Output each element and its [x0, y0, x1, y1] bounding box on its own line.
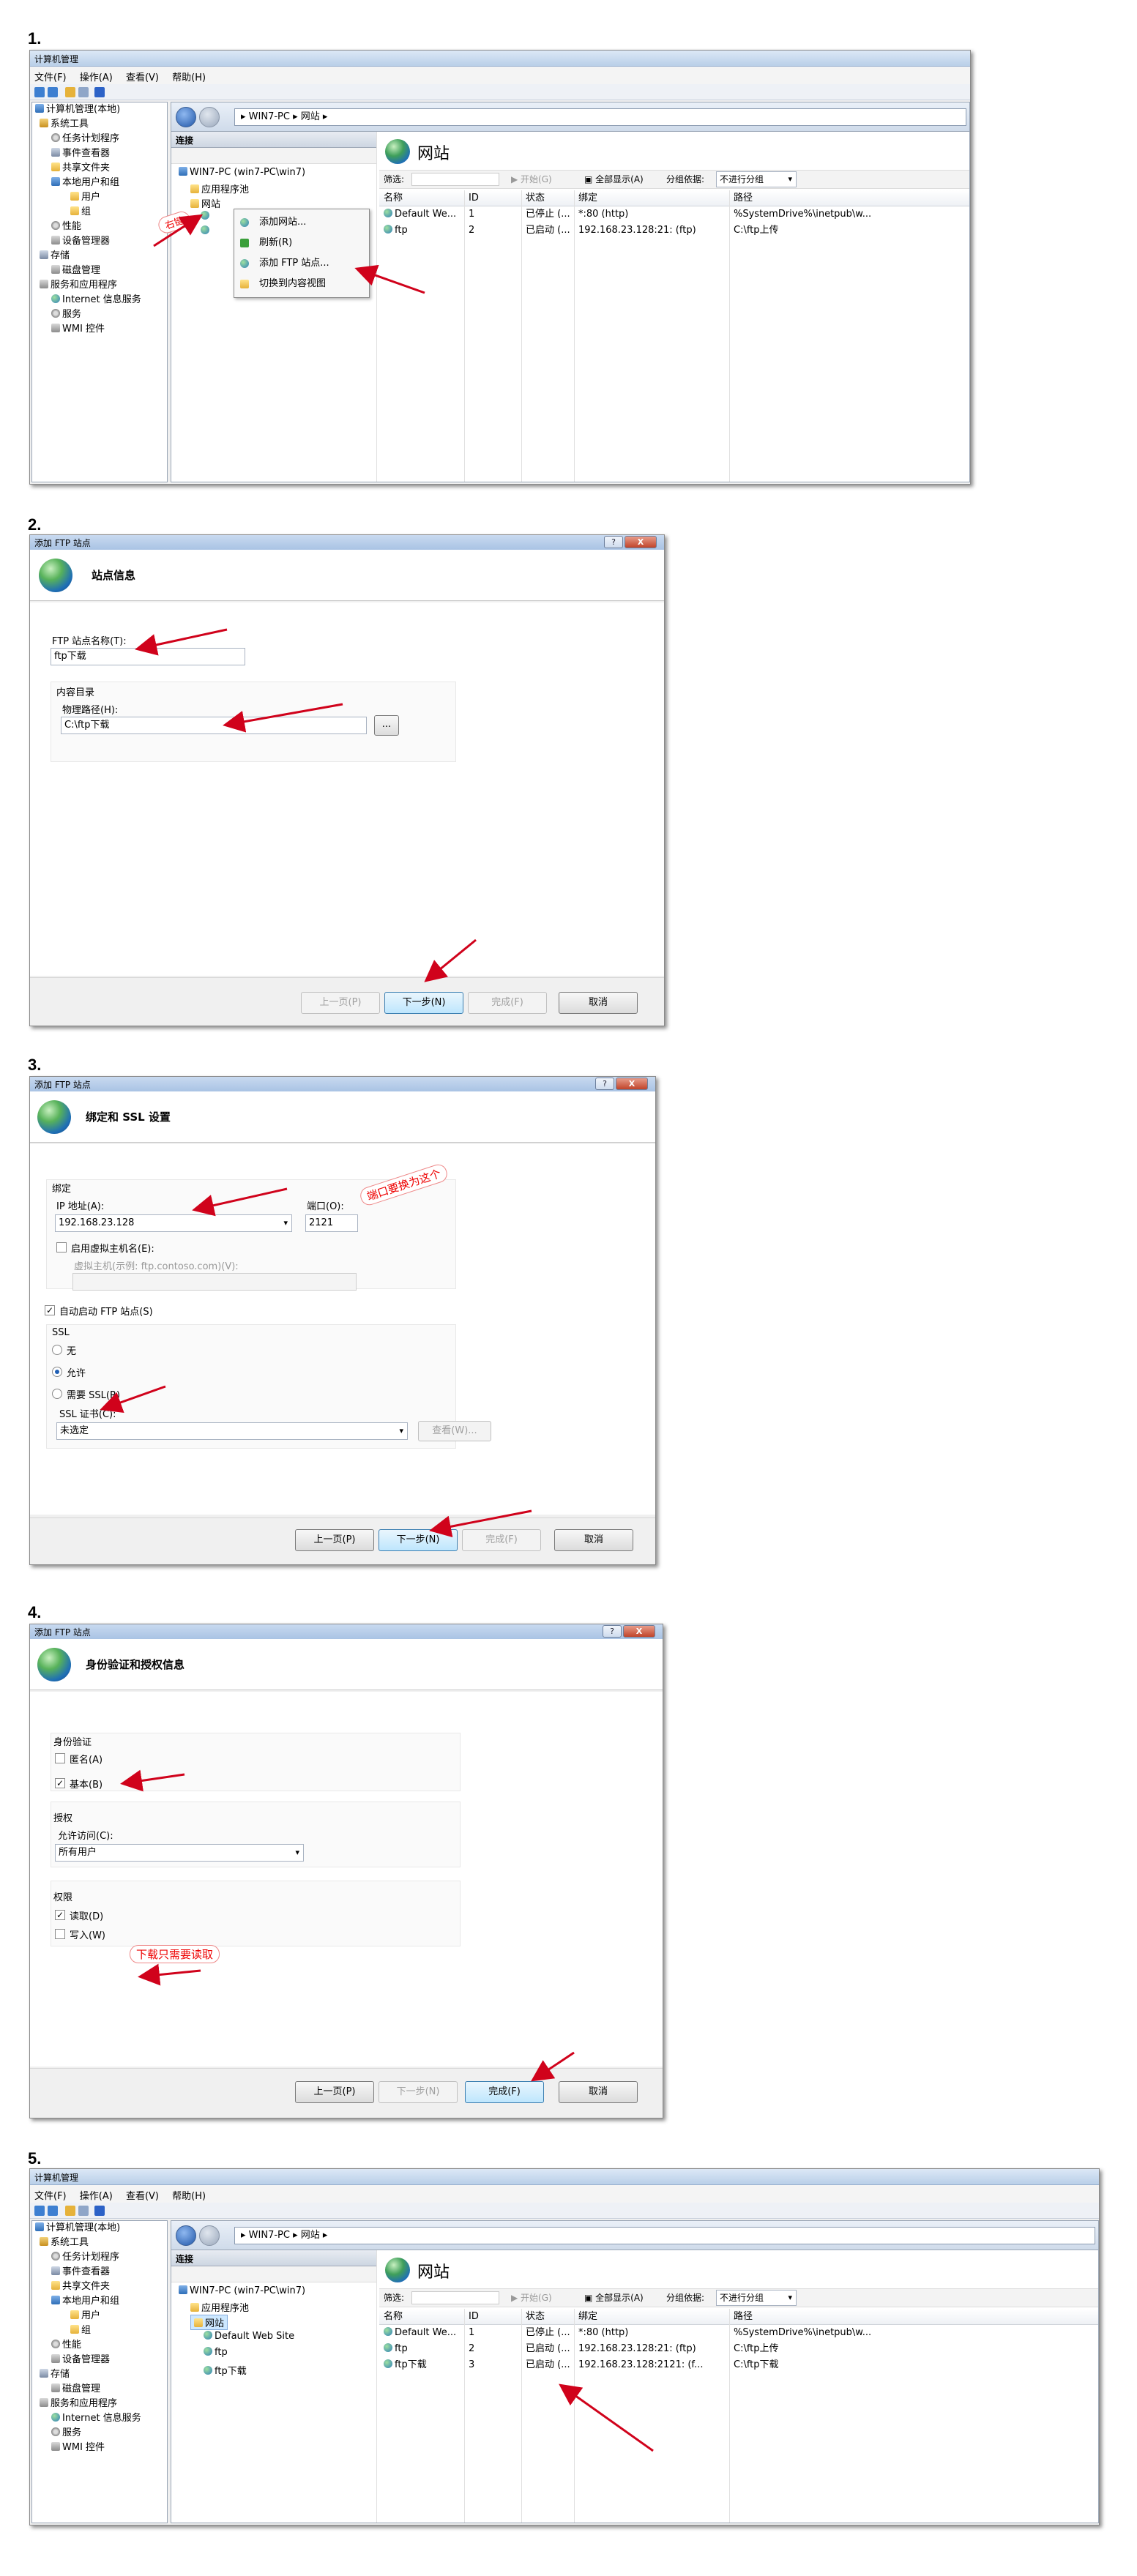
arrow	[192, 1187, 288, 1217]
arrow	[120, 1769, 185, 1792]
annotation-arrows	[100, 214, 654, 2452]
arrow	[429, 1509, 532, 1538]
arrow	[100, 1385, 166, 1414]
arrow	[153, 214, 204, 247]
arrow	[531, 2051, 575, 2082]
arrow	[138, 1963, 201, 1986]
arrow	[559, 2383, 654, 2452]
arrow	[223, 703, 343, 733]
arrow	[135, 628, 228, 656]
arrow	[354, 264, 425, 294]
arrow	[424, 938, 477, 982]
